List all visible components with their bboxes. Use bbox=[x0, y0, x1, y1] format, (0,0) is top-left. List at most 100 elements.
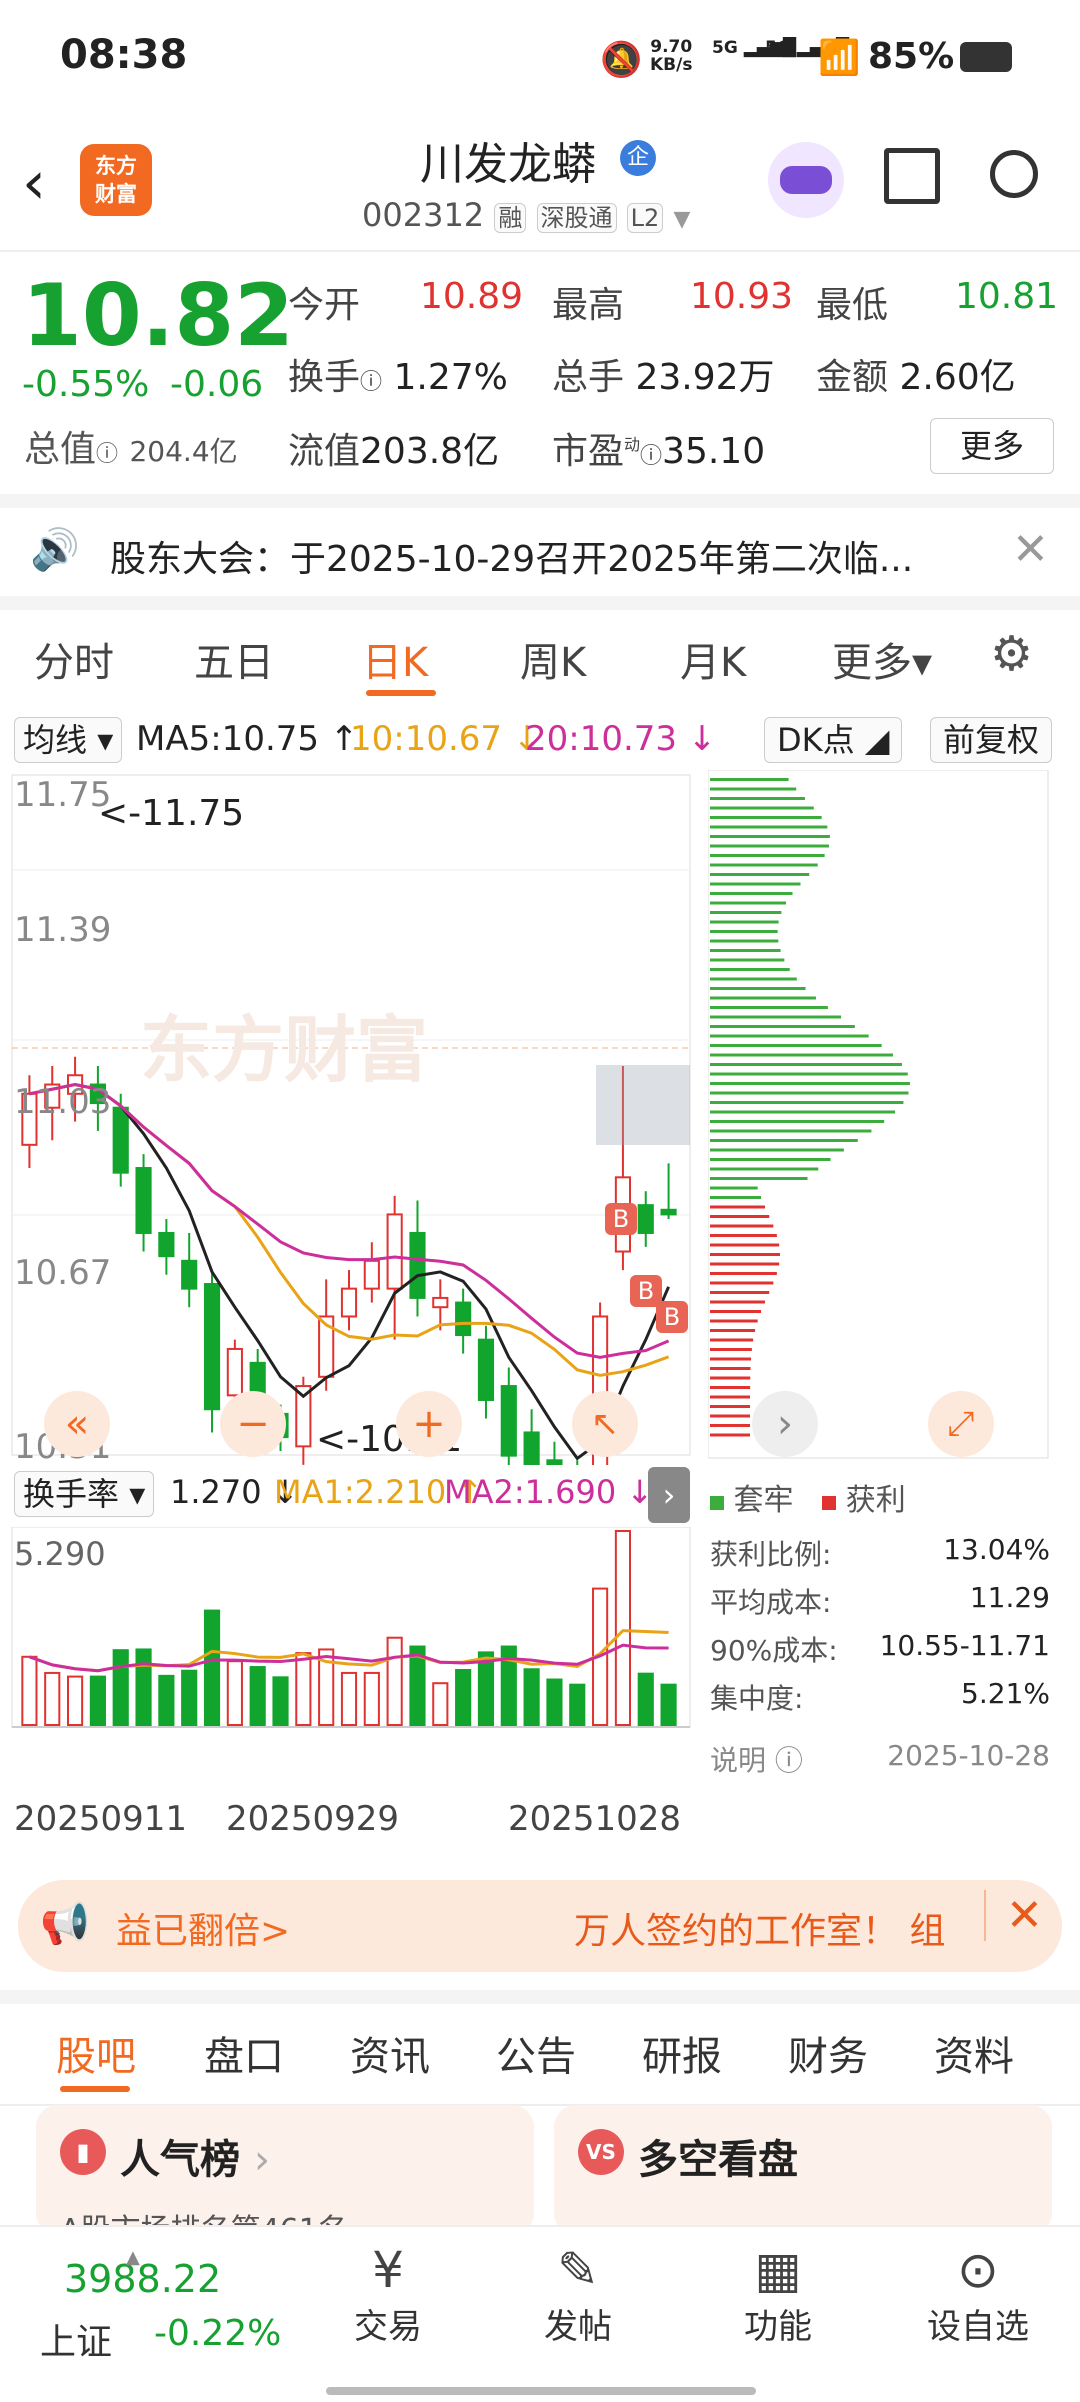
share-icon[interactable] bbox=[884, 148, 940, 204]
add-watchlist-button[interactable]: ⊙ 设自选 bbox=[918, 2241, 1038, 2348]
close-icon[interactable]: ✕ bbox=[984, 1890, 1043, 1941]
turnover-bar bbox=[89, 1675, 106, 1726]
brand-logo[interactable]: 东方 财富 bbox=[80, 144, 152, 216]
indicator-select[interactable]: 换手率 ▾ bbox=[14, 1471, 155, 1517]
chip-bar bbox=[710, 787, 797, 791]
chip-next-icon[interactable]: › bbox=[752, 1391, 818, 1457]
note-link[interactable]: 说明 ⓘ bbox=[710, 1739, 803, 1779]
trade-button[interactable]: ¥ 交易 bbox=[338, 2241, 438, 2348]
zoom-out-icon[interactable]: − bbox=[220, 1391, 286, 1457]
chip-bar bbox=[710, 930, 778, 933]
tab-profile[interactable]: 资料 bbox=[934, 2024, 1014, 2082]
tab-weekly-k[interactable]: 周K bbox=[520, 630, 586, 688]
tab-intraday[interactable]: 分时 bbox=[34, 630, 114, 688]
turnover-bar bbox=[181, 1669, 198, 1727]
chip-bar bbox=[710, 1053, 893, 1057]
search-icon[interactable] bbox=[990, 150, 1038, 198]
tab-monthly-k[interactable]: 月K bbox=[680, 630, 746, 688]
turnover-bar bbox=[226, 1660, 243, 1727]
tab-more[interactable]: 更多▾ bbox=[832, 630, 932, 688]
functions-button[interactable]: ▦ 功能 bbox=[728, 2241, 828, 2348]
chip-bar bbox=[710, 1167, 819, 1171]
notice-bar[interactable]: 🔊 股东大会：于2025-10-29召开2025年第二次临... ✕ bbox=[0, 508, 1080, 610]
candle bbox=[455, 1301, 472, 1337]
chip-bar bbox=[710, 1405, 751, 1408]
ai-assistant-icon[interactable] bbox=[768, 142, 844, 218]
high-value: 10.93 bbox=[690, 276, 794, 317]
y-tick-1: 11.75 bbox=[14, 775, 112, 815]
avg-cost-label: 平均成本: bbox=[710, 1586, 832, 1619]
expand-panel-icon[interactable]: › bbox=[648, 1467, 690, 1523]
adjust-button[interactable]: 前复权 bbox=[930, 717, 1053, 763]
candle bbox=[363, 1259, 380, 1290]
ma-select[interactable]: 均线 ▾ bbox=[14, 717, 123, 763]
tab-announcements[interactable]: 公告 bbox=[496, 2024, 576, 2082]
date-3: 20251028 bbox=[508, 1799, 682, 1839]
banner-left-text[interactable]: 益已翻倍> bbox=[116, 1902, 290, 1954]
chip-bar bbox=[710, 1129, 872, 1133]
megaphone-icon: 📢 bbox=[40, 1901, 90, 1947]
status-bar: 08:38 🔕 9.70 KB/s 5G ▂▄▆█ 5G ▂▄▆█ 📶 85% bbox=[0, 0, 1080, 120]
chip-bar bbox=[710, 1338, 754, 1342]
chevron-down-icon[interactable]: ▼ bbox=[673, 207, 690, 232]
scroll-left-icon[interactable]: « bbox=[44, 1391, 110, 1457]
ad-banner[interactable]: 📢 益已翻倍> 万人签约的工作室！ 组 ✕ bbox=[18, 1880, 1062, 1972]
chip-legend: 套牢 获利 bbox=[710, 1475, 906, 1519]
chip-bar bbox=[710, 1367, 751, 1370]
vs-icon: VS bbox=[578, 2129, 624, 2175]
fullscreen-icon[interactable]: ⤢ bbox=[928, 1391, 994, 1457]
ma10-label: 10:10.67 ↓ bbox=[350, 719, 542, 759]
tab-research[interactable]: 研报 bbox=[642, 2024, 722, 2082]
chip-date: 2025-10-28 bbox=[887, 1739, 1050, 1772]
yen-cycle-icon: ¥ bbox=[372, 2241, 404, 2299]
popularity-card[interactable]: ▮ 人气榜 › A股市场排名第461名 bbox=[36, 2105, 534, 2248]
post-button[interactable]: ✎ 发帖 bbox=[528, 2241, 628, 2348]
tab-forum[interactable]: 股吧 bbox=[56, 2024, 136, 2082]
tab-finance[interactable]: 财务 bbox=[788, 2024, 868, 2082]
chip-bar bbox=[710, 825, 828, 829]
chip-bar bbox=[710, 835, 830, 838]
tab-news[interactable]: 资讯 bbox=[350, 2024, 430, 2082]
more-button[interactable]: 更多 bbox=[930, 418, 1054, 474]
stock-header: ‹ 东方 财富 川发龙蟒 企 002312 融 深股通 L2 ▼ bbox=[0, 120, 1080, 252]
settings-gear-icon[interactable]: ⚙ bbox=[990, 626, 1033, 682]
close-icon[interactable]: ✕ bbox=[1012, 524, 1049, 575]
feature-cards: ▮ 人气榜 › A股市场排名第461名 VS 多空看盘 bbox=[0, 2095, 1080, 2248]
edit-icon: ✎ bbox=[557, 2241, 599, 2299]
back-icon[interactable]: ‹ bbox=[22, 148, 46, 218]
long-short-card[interactable]: VS 多空看盘 bbox=[554, 2105, 1052, 2235]
tab-daily-k[interactable]: 日K bbox=[362, 630, 428, 688]
chip-bar bbox=[710, 1262, 780, 1266]
profit-ratio-value: 13.04% bbox=[943, 1533, 1050, 1566]
battery-icon bbox=[960, 42, 1012, 72]
candle bbox=[500, 1385, 517, 1457]
candle bbox=[340, 1287, 358, 1318]
turnover-bar bbox=[455, 1668, 472, 1727]
zoom-in-icon[interactable]: + bbox=[396, 1391, 462, 1457]
index-value[interactable]: 3988.22 bbox=[64, 2257, 221, 2301]
turnover-bar bbox=[158, 1674, 175, 1727]
chip-bar bbox=[710, 1215, 770, 1218]
chip-bar bbox=[710, 939, 779, 943]
chip-bar bbox=[710, 1034, 869, 1038]
candle bbox=[181, 1259, 198, 1290]
battery-text: 85% bbox=[868, 36, 955, 77]
chip-bar bbox=[710, 901, 787, 905]
reset-icon[interactable]: ↖ bbox=[572, 1391, 638, 1457]
buy-marker[interactable]: B bbox=[605, 1203, 637, 1235]
profit-ratio-label: 获利比例: bbox=[710, 1538, 832, 1571]
turnover-bar bbox=[386, 1636, 403, 1726]
tab-orderbook[interactable]: 盘口 bbox=[204, 2024, 284, 2082]
chip-distribution[interactable] bbox=[708, 770, 1052, 1460]
chip-bar bbox=[710, 1015, 842, 1019]
chip-bar bbox=[710, 1196, 762, 1199]
chip-bar bbox=[710, 1424, 751, 1427]
buy-marker[interactable]: B bbox=[656, 1301, 688, 1333]
candle bbox=[135, 1167, 152, 1234]
tag-level2: L2 bbox=[626, 203, 664, 233]
tab-5day[interactable]: 五日 bbox=[194, 630, 274, 688]
dk-point-button[interactable]: DK点 ◢ bbox=[764, 717, 903, 763]
chip-bar bbox=[710, 1186, 758, 1190]
open-label: 今开 bbox=[288, 285, 361, 326]
banner-right-text[interactable]: 万人签约的工作室！ 组 bbox=[574, 1902, 945, 1954]
